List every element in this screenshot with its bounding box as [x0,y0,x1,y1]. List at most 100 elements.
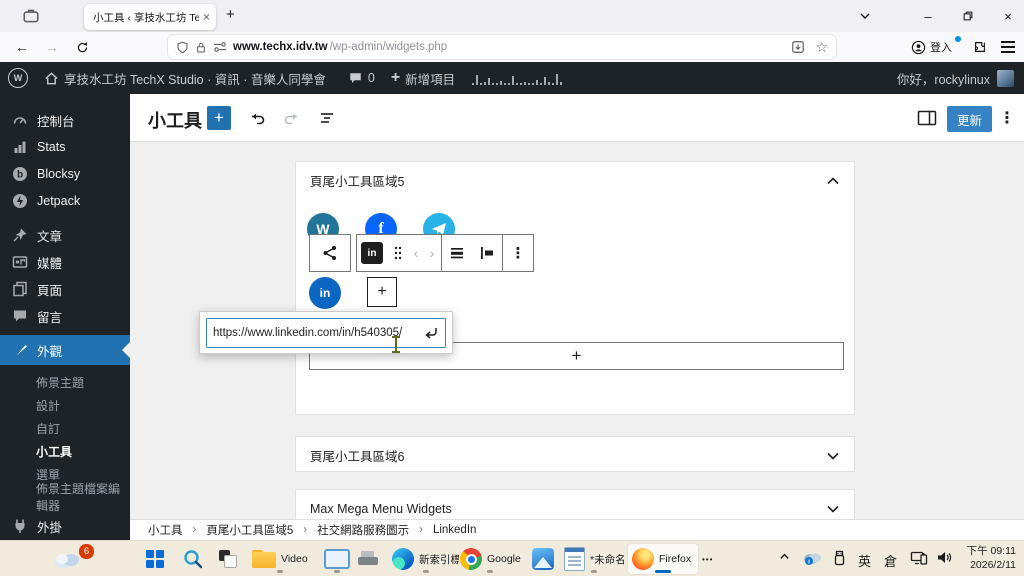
menu-hamburger-icon[interactable] [996,35,1020,59]
search-button[interactable] [178,544,208,574]
redo-icon[interactable] [280,106,304,130]
sidebar-item-pages[interactable]: 頁面 [0,275,130,303]
taskbar-clock[interactable]: 下午 09:11 2026/2/11 [967,545,1016,572]
account-signin-button[interactable]: 登入 [905,35,958,59]
sidebar-item-plugins[interactable]: 外掛 [0,512,130,540]
window-restore-button[interactable] [948,0,988,32]
device-icon [358,550,378,568]
settings-sidebar-toggle-icon[interactable] [915,106,939,130]
list-tabs-icon[interactable] [845,0,885,32]
lock-icon[interactable] [195,41,207,54]
linkedin-block-icon[interactable]: in [357,235,387,271]
window-minimize-button[interactable]: – [908,0,948,32]
panel-title: 頁尾小工具區域6 [310,450,405,464]
firefox-view-icon[interactable] [22,7,40,25]
new-item-menu[interactable]: + 新增項目 [383,62,463,94]
bookmark-star-icon[interactable]: ☆ [815,39,828,56]
list-view-icon[interactable] [315,106,339,130]
sidebar-item-posts[interactable]: 文章 [0,221,130,249]
submenu-design[interactable]: 設計 [0,394,130,416]
move-left-icon[interactable]: ‹ [409,235,423,271]
vertical-align-icon[interactable] [472,235,502,271]
sidebar-item-comments[interactable]: 留言 [0,302,130,330]
breadcrumb-widgets[interactable]: 小工具 [148,522,183,538]
back-icon[interactable]: ← [10,35,34,59]
panel-header[interactable]: 頁尾小工具區域5 [296,162,854,199]
parent-social-block-button[interactable] [309,234,351,272]
edge-button[interactable]: 新索引標籤 [388,544,463,574]
tracking-shield-icon[interactable] [176,41,189,54]
howdy-label[interactable]: 你好，rockylinux [897,69,990,88]
block-toolbar: in ‹ › ⋮ [309,234,534,272]
onedrive-icon[interactable]: i [802,551,822,566]
avatar[interactable] [997,69,1014,87]
forward-icon[interactable]: → [40,35,64,59]
sidebar-item-jetpack[interactable]: Jetpack [0,187,130,215]
undo-icon[interactable] [245,106,269,130]
notepad-button[interactable]: *未命名 [560,544,628,574]
site-menu[interactable]: 享技水工坊 TechX Studio · 資訊 · 音樂人同學會 [36,62,334,94]
linkedin-social-icon[interactable]: in [309,277,341,309]
save-page-icon[interactable] [791,40,805,54]
tray-chevron-up-icon[interactable] [778,550,791,563]
network-display-icon[interactable] [910,550,928,566]
tab-close-icon[interactable]: × [203,10,210,24]
justify-icon[interactable] [442,235,472,271]
submenu-customize[interactable]: 自訂 [0,417,130,439]
sidebar-item-media[interactable]: 媒體 [0,248,130,276]
file-explorer-button[interactable]: Video [248,544,312,574]
device-button[interactable] [354,544,382,574]
add-social-icon-button[interactable]: + [367,277,397,307]
wp-admin-bar: W 享技水工坊 TechX Studio · 資訊 · 音樂人同學會 0 + 新… [0,62,1024,94]
breadcrumb-social-icons[interactable]: 社交網路服務圖示 [317,522,409,538]
firefox-icon [632,548,654,570]
window-close-button[interactable]: × [988,0,1024,32]
sidebar-item-blocksy[interactable]: b Blocksy [0,160,130,188]
link-url-input[interactable] [213,327,419,339]
firefox-button[interactable]: Firefox [628,544,698,574]
task-view-button[interactable] [214,544,242,574]
apply-link-icon[interactable] [423,326,439,340]
move-right-icon[interactable]: › [423,235,441,271]
sidebar-item-label: 頁面 [37,283,63,298]
new-tab-button[interactable]: + [226,6,235,23]
app-window-button[interactable] [320,544,354,574]
wp-logo-icon[interactable]: W [0,62,36,94]
browser-tab[interactable]: 小工具 ‹ 享技水工坊 TechX Studio × [84,4,216,30]
submenu-themes[interactable]: 佈景主題 [0,371,130,393]
block-inserter-button[interactable]: + [207,106,231,130]
extensions-puzzle-icon[interactable] [968,35,992,59]
block-options-icon[interactable]: ⋮ [503,235,533,271]
sidebar-item-stats[interactable]: Stats [0,133,130,161]
comments-menu[interactable]: 0 [340,62,383,94]
volume-icon[interactable] [936,550,952,565]
ime-language-indicator[interactable]: 英 [858,551,871,570]
blocksy-icon: b [12,166,28,182]
stats-bars-icon [12,139,28,155]
app-window-icon [324,549,350,569]
start-button[interactable] [142,544,168,574]
sidebar-item-appearance[interactable]: 外觀 [0,335,130,365]
taskbar-overflow-button[interactable]: ••• [698,544,717,574]
plugin-icon [12,518,28,534]
address-bar[interactable]: www.techx.idv.tw/wp-admin/widgets.php ☆ [168,35,836,59]
reload-icon[interactable] [70,35,94,59]
sidebar-item-dashboard[interactable]: 控制台 [0,106,130,134]
permissions-icon[interactable] [213,41,227,53]
widget-area-panel-footer6[interactable]: 頁尾小工具區域6 [295,436,855,472]
usb-device-icon[interactable] [832,550,847,567]
stats-sparkline[interactable] [463,62,571,94]
submenu-widgets[interactable]: 小工具 [0,440,130,462]
chevron-up-icon[interactable] [826,176,840,186]
submenu-theme-editor[interactable]: 佈景主題檔案編輯器 [0,482,130,513]
widget-area-panel-megamenu[interactable]: Max Mega Menu Widgets [295,489,855,519]
chevron-down-icon[interactable] [826,451,840,461]
photos-button[interactable] [528,544,558,574]
chrome-button[interactable]: Google [456,544,525,574]
update-button[interactable]: 更新 [947,106,993,132]
drag-handle-icon[interactable] [387,235,409,271]
ime-mode-indicator[interactable]: 倉 [884,551,897,570]
breadcrumb-area[interactable]: 頁尾小工具區域5 [206,522,293,538]
editor-options-icon[interactable]: ⋮ [995,106,1019,130]
chevron-down-icon[interactable] [826,504,840,514]
